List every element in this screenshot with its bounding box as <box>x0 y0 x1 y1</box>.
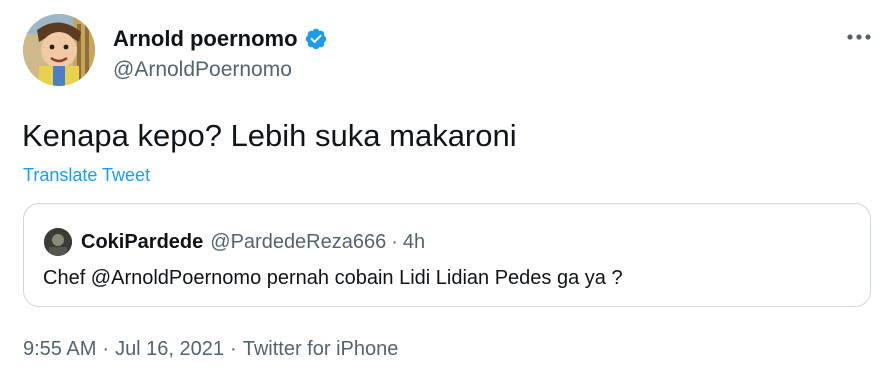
author-display-name[interactable]: Arnold poernomo <box>113 25 298 53</box>
tweet-metadata: 9:55 AM · Jul 16, 2021 · Twitter for iPh… <box>23 336 398 362</box>
quoted-author-name[interactable]: CokiPardede <box>81 231 203 254</box>
quoted-tweet[interactable]: CokiPardede @PardedeReza666 · 4h Chef @A… <box>23 203 871 307</box>
tweet-source[interactable]: Twitter for iPhone <box>243 336 399 362</box>
quoted-separator: · <box>391 230 398 253</box>
quoted-tweet-header: CokiPardede @PardedeReza666 · 4h <box>81 228 425 256</box>
tweet-time[interactable]: 9:55 AM <box>23 336 96 362</box>
tweet-card: Arnold poernomo @ArnoldPoernomo Kenapa k… <box>0 0 896 386</box>
author-avatar[interactable] <box>23 14 95 86</box>
author-handle[interactable]: @ArnoldPoernomo <box>113 57 292 83</box>
meta-separator: · <box>230 338 237 360</box>
tweet-date[interactable]: Jul 16, 2021 <box>115 336 224 362</box>
tweet-text: Kenapa kepo? Lebih suka makaroni <box>22 118 517 153</box>
verified-badge-icon <box>305 28 326 50</box>
more-options-button[interactable] <box>842 24 876 50</box>
quoted-author-avatar[interactable] <box>44 228 72 256</box>
quoted-tweet-text: Chef @ArnoldPoernomo pernah cobain Lidi … <box>43 267 623 289</box>
meta-separator: · <box>102 338 110 360</box>
translate-tweet-link[interactable]: Translate Tweet <box>23 163 150 187</box>
author-name-row: Arnold poernomo <box>113 24 328 54</box>
quoted-avatar-image <box>44 228 72 256</box>
quoted-author-handle[interactable]: @PardedeReza666 <box>210 231 386 254</box>
quoted-tweet-time[interactable]: 4h <box>403 231 425 254</box>
more-horizontal-icon <box>847 34 871 40</box>
avatar-image <box>23 14 95 86</box>
